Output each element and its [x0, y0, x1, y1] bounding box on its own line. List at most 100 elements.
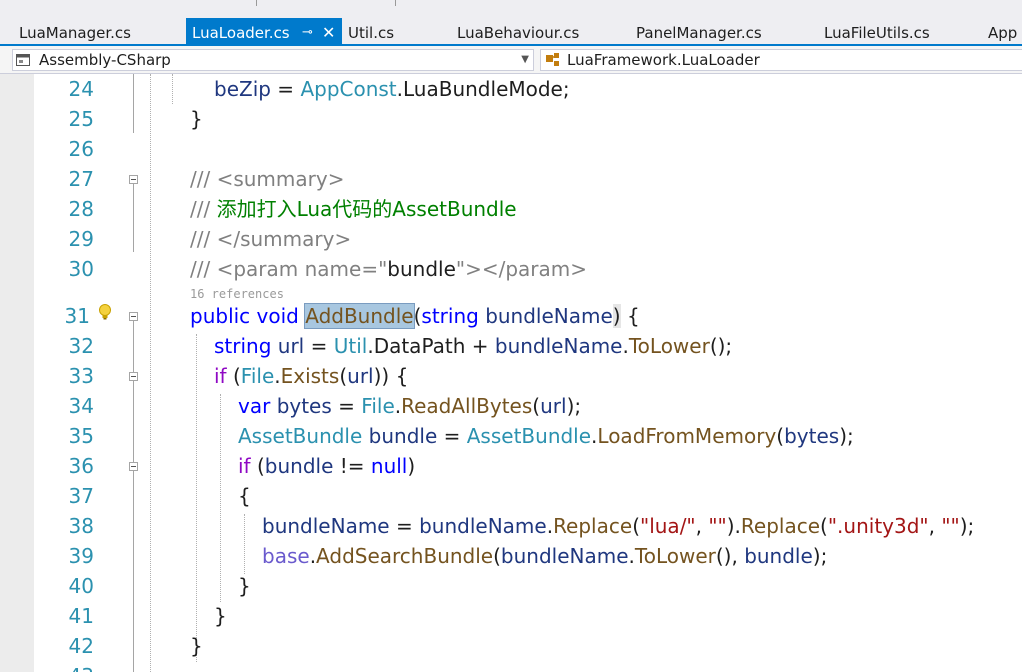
- line-number: 26: [68, 137, 94, 161]
- code-line-42[interactable]: }: [190, 631, 203, 661]
- code-line-40[interactable]: }: [238, 571, 251, 601]
- tab-luamanager[interactable]: LuaManager.cs: [19, 18, 131, 44]
- tab-label: Util.cs: [348, 24, 395, 42]
- indent-guide: [196, 334, 197, 662]
- token: !=: [333, 454, 371, 478]
- token: Util: [333, 334, 368, 358]
- token: =: [389, 514, 420, 538]
- token: (: [632, 514, 640, 538]
- token: ): [612, 304, 621, 328]
- token: bundle: [264, 454, 334, 478]
- token: bundleName: [485, 304, 613, 328]
- token: =: [270, 77, 301, 101]
- chevron-down-icon: ▼: [521, 54, 529, 65]
- code-line-35[interactable]: AssetBundle bundle = AssetBundle.LoadFro…: [238, 421, 854, 451]
- code-line-30[interactable]: /// <param name="bundle"></param>: [190, 254, 587, 284]
- fold-toggle[interactable]: [129, 372, 138, 381]
- token: bytes: [276, 394, 332, 418]
- tab-app[interactable]: App: [988, 18, 1017, 44]
- code-line-34[interactable]: var bytes = File.ReadAllBytes(url);: [238, 391, 581, 421]
- code-line-32[interactable]: string url = Util.DataPath + bundleName.…: [214, 331, 732, 361]
- token: =: [331, 394, 362, 418]
- fold-line: [133, 471, 134, 672]
- line-number: 27: [68, 167, 94, 191]
- line-number: 41: [68, 604, 94, 628]
- token: "lua/": [640, 514, 696, 538]
- token: Exists: [280, 364, 340, 388]
- token: url: [277, 334, 305, 358]
- token: ).: [726, 514, 741, 538]
- line-number: 25: [68, 107, 94, 131]
- token: AddSearchBundle: [316, 544, 494, 568]
- token: bundleName: [262, 514, 390, 538]
- fold-line: [133, 74, 134, 133]
- indent-guide: [150, 74, 151, 672]
- token: (: [776, 424, 785, 448]
- token: void: [256, 304, 299, 328]
- token: ///: [190, 167, 217, 191]
- code-line-39[interactable]: base.AddSearchBundle(bundleName.ToLower(…: [262, 541, 827, 571]
- fold-toggle[interactable]: [129, 462, 138, 471]
- token: bytes: [784, 424, 840, 448]
- lightbulb-icon[interactable]: [97, 303, 113, 321]
- token: }: [238, 574, 251, 598]
- tab-label: LuaFileUtils.cs: [824, 24, 930, 42]
- token: ();: [709, 334, 733, 358]
- token: AppConst: [300, 77, 397, 101]
- code-line-37[interactable]: {: [238, 481, 251, 511]
- strip-separator: [256, 0, 257, 6]
- token: ">: [455, 257, 482, 281]
- code-editor[interactable]: 24 25 26 27 28 29 30 31 32 33 34 35 36 3…: [0, 74, 1022, 672]
- pin-icon[interactable]: ⊸: [302, 18, 313, 48]
- token: );: [812, 544, 828, 568]
- line-number: 35: [68, 424, 94, 448]
- tab-util[interactable]: Util.cs: [348, 18, 394, 44]
- code-line-28[interactable]: /// 添加打入Lua代码的AssetBundle: [190, 194, 517, 224]
- token: );: [959, 514, 975, 538]
- token: Replace: [553, 514, 633, 538]
- fold-toggle[interactable]: [129, 312, 138, 321]
- token: </summary>: [216, 227, 352, 251]
- token: )) {: [373, 364, 409, 388]
- token: {: [620, 304, 640, 328]
- token: bundleName: [419, 514, 547, 538]
- code-line-25[interactable]: }: [190, 104, 203, 134]
- code-line-38[interactable]: bundleName = bundleName.Replace("lua/", …: [262, 511, 974, 541]
- token: url: [540, 394, 567, 418]
- tab-lualoader[interactable]: LuaLoader.cs ⊸ ✕: [186, 18, 342, 44]
- code-line-41[interactable]: }: [214, 601, 227, 631]
- line-number: 30: [68, 257, 94, 281]
- highlighted-symbol: AddBundle: [304, 303, 415, 329]
- token: ToLower: [634, 544, 716, 568]
- code-line-27[interactable]: /// <summary>: [190, 164, 344, 194]
- token: public: [190, 304, 251, 328]
- type-dropdown[interactable]: LuaFramework.LuaLoader: [540, 49, 1022, 71]
- project-dropdown[interactable]: Assembly-CSharp ▼: [12, 49, 534, 71]
- tab-label: LuaBehaviour.cs: [457, 24, 580, 42]
- code-line-31[interactable]: public void AddBundle(string bundleName)…: [190, 301, 640, 331]
- token: url: [347, 364, 374, 388]
- project-label: Assembly-CSharp: [39, 51, 171, 69]
- line-number: 32: [68, 334, 94, 358]
- code-line-29[interactable]: /// </summary>: [190, 224, 351, 254]
- token: bundleName: [494, 334, 623, 358]
- token: AssetBundle: [466, 424, 592, 448]
- line-number: 33: [68, 364, 94, 388]
- tab-luafileutils[interactable]: LuaFileUtils.cs: [824, 18, 930, 44]
- code-line-24[interactable]: beZip = AppConst.LuaBundleMode;: [214, 74, 570, 104]
- token: +: [465, 334, 495, 358]
- line-number: 31: [64, 304, 90, 328]
- line-number: 37: [68, 484, 94, 508]
- token: if: [214, 364, 227, 388]
- close-icon[interactable]: ✕: [322, 18, 335, 48]
- tab-label: PanelManager.cs: [636, 24, 762, 42]
- code-line-33[interactable]: if (File.Exists(url)) {: [214, 361, 408, 391]
- token: bundle: [368, 424, 438, 448]
- token: }: [190, 107, 203, 131]
- fold-toggle[interactable]: [129, 175, 138, 184]
- tab-luabehaviour[interactable]: LuaBehaviour.cs: [457, 18, 579, 44]
- tab-panelmanager[interactable]: PanelManager.cs: [636, 18, 762, 44]
- code-line-36[interactable]: if (bundle != null): [238, 451, 415, 481]
- codelens-references[interactable]: 16 references: [190, 287, 284, 301]
- token: ,: [695, 514, 709, 538]
